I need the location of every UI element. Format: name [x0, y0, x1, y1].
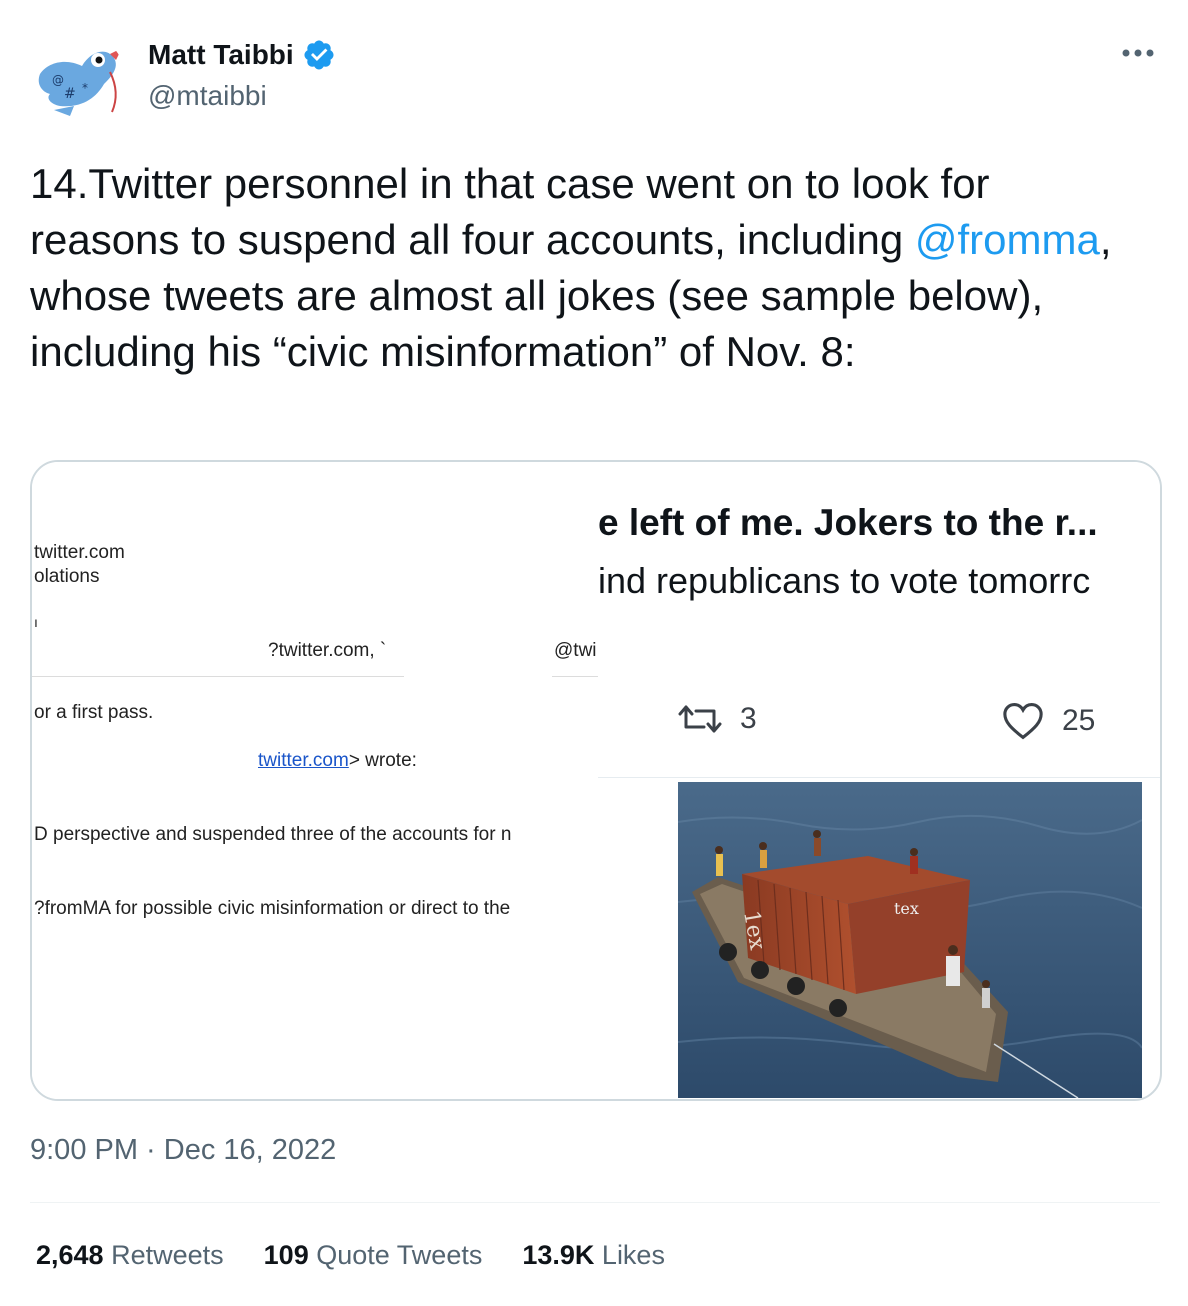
embedded-tweet-screenshot: e left of me. Jokers to the r... ind rep… [598, 462, 1160, 778]
embedded-like-stat: 25 [1002, 702, 1095, 740]
svg-text:#: # [64, 86, 76, 102]
likes-count: 13.9K [522, 1240, 595, 1270]
more-options-icon [1122, 49, 1154, 57]
embedded-tweet-line: e left of me. Jokers to the r... [598, 502, 1098, 543]
media-image[interactable]: twitter.com olations ı ?twitter.com, ` @… [30, 460, 1162, 1101]
embedded-like-count: 25 [1062, 704, 1096, 737]
author-name[interactable]: Matt Taibbi [148, 38, 336, 72]
likes-label: Likes [601, 1240, 665, 1270]
avatar-bird-icon: @ # * [30, 32, 126, 128]
quote-tweets-stat[interactable]: 109 Quote Tweets [264, 1240, 483, 1271]
email-line: ?twitter.com, ` [268, 640, 387, 661]
svg-text:*: * [82, 81, 88, 95]
divider [30, 1202, 1160, 1203]
email-line: olations [34, 566, 100, 587]
retweets-label: Retweets [111, 1240, 224, 1270]
email-line: D perspective and suspended three of the… [34, 824, 512, 845]
retweets-count: 2,648 [36, 1240, 104, 1270]
email-line: ı [34, 614, 38, 630]
tweet-stats: 2,648 Retweets 109 Quote Tweets 13.9K Li… [36, 1240, 665, 1271]
email-line: @twi [554, 640, 597, 661]
author-name-text[interactable]: Matt Taibbi [148, 39, 294, 71]
heart-icon [1003, 703, 1043, 740]
author-handle[interactable]: @mtaibbi [148, 80, 267, 112]
email-screenshot: twitter.com olations ı ?twitter.com, ` @… [32, 462, 628, 1099]
retweets-stat[interactable]: 2,648 Retweets [36, 1240, 224, 1271]
email-line-rest: > wrote: [348, 750, 417, 771]
container-end-text: tex [894, 899, 919, 918]
embedded-retweet-count: 3 [740, 702, 757, 735]
boat-illustration: 1ex tex [678, 782, 1142, 1098]
svg-text:@: @ [52, 73, 64, 87]
email-line: ?fromMA for possible civic misinformatio… [34, 898, 511, 919]
boat-photo: 1ex tex [678, 782, 1142, 1098]
email-line: twitter.com [34, 542, 125, 563]
email-line: twitter.com> wrote: [258, 750, 417, 772]
quote-tweets-label: Quote Tweets [316, 1240, 483, 1270]
avatar[interactable]: @ # * [30, 32, 126, 128]
email-rule [32, 676, 404, 677]
tweet-text-part1: 14.Twitter personnel in that case went o… [30, 160, 990, 263]
quote-tweets-count: 109 [263, 1240, 309, 1270]
tweet-text: 14.Twitter personnel in that case went o… [30, 156, 1150, 380]
likes-stat[interactable]: 13.9K Likes [522, 1240, 665, 1271]
mention-link[interactable]: @fromma [915, 216, 1100, 263]
retweet-icon [678, 705, 722, 733]
embedded-retweet-stat: 3 [678, 702, 757, 736]
email-link: twitter.com [258, 750, 349, 771]
tweet-timestamp[interactable]: 9:00 PM · Dec 16, 2022 [30, 1134, 336, 1167]
more-options-button[interactable] [1118, 38, 1158, 68]
email-line: or a first pass. [34, 702, 154, 723]
embedded-tweet-line: ind republicans to vote tomorrc [598, 560, 1091, 601]
verified-badge-icon [304, 40, 334, 70]
